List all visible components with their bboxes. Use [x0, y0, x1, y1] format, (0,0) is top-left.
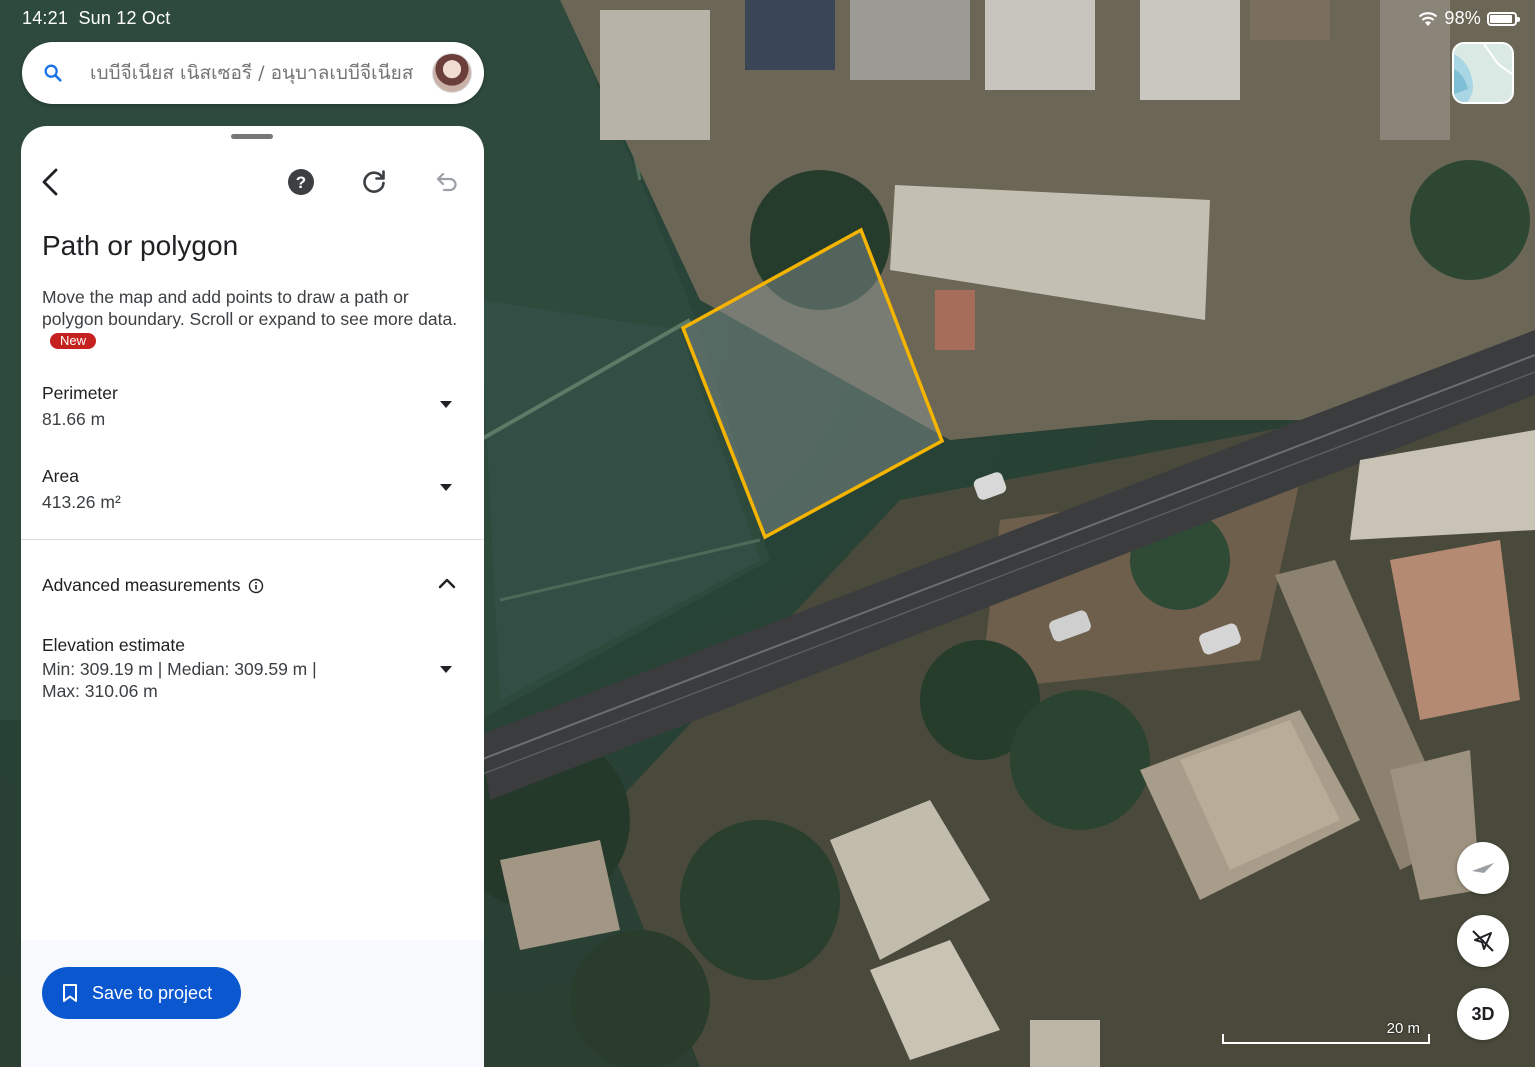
status-right: 98% [1418, 8, 1520, 29]
perimeter-row[interactable]: Perimeter 81.66 m [42, 383, 462, 430]
search-input[interactable] [90, 62, 424, 84]
area-dropdown-icon[interactable] [440, 484, 452, 491]
perimeter-value: 81.66 m [42, 409, 106, 429]
save-to-project-button[interactable]: Save to project [42, 967, 241, 1019]
scale-bar [1222, 1034, 1430, 1044]
undo-icon [436, 172, 457, 192]
area-row[interactable]: Area 413.26 m² [42, 466, 462, 513]
advanced-measurements-label: Advanced measurements [42, 575, 241, 595]
compass-icon [1472, 863, 1494, 873]
help-button[interactable]: ? [281, 162, 321, 202]
map-scale: 20 m [1222, 1020, 1430, 1044]
help-icon: ? [288, 169, 314, 195]
search-icon[interactable] [42, 62, 64, 84]
area-label: Area [42, 466, 79, 486]
status-date: Sun 12 Oct [78, 8, 171, 28]
location-button[interactable] [1457, 915, 1509, 967]
description-text: Move the map and add points to draw a pa… [42, 287, 458, 329]
location-off-icon [1472, 930, 1494, 952]
drag-handle[interactable] [231, 134, 273, 139]
elevation-line-2: Max: 310.06 m [42, 681, 158, 701]
status-time-date: 14:21 Sun 12 Oct [22, 8, 171, 29]
perimeter-dropdown-icon[interactable] [440, 401, 452, 408]
status-time: 14:21 [22, 8, 69, 28]
refresh-button[interactable] [354, 162, 394, 202]
elevation-line-1: Min: 309.19 m | Median: 309.59 m | [42, 659, 317, 679]
avatar[interactable] [432, 53, 472, 93]
area-value: 413.26 m² [42, 492, 121, 512]
info-icon[interactable] [248, 578, 264, 594]
search-bar[interactable] [22, 42, 484, 104]
compass-button[interactable] [1457, 842, 1509, 894]
page-title: Path or polygon [42, 230, 239, 261]
elevation-dropdown-icon[interactable] [440, 666, 452, 673]
divider [21, 539, 484, 540]
elevation-row[interactable]: Elevation estimate Min: 309.19 m | Media… [42, 635, 462, 702]
elevation-label: Elevation estimate [42, 635, 185, 655]
bookmark-icon [63, 984, 77, 1002]
save-label: Save to project [92, 982, 213, 1003]
panel-footer: Save to project [21, 940, 484, 1067]
chevron-up-icon[interactable] [438, 577, 456, 589]
advanced-measurements-header[interactable]: Advanced measurements [42, 575, 462, 596]
elevation-values: Min: 309.19 m | Median: 309.59 m | Max: … [42, 658, 462, 702]
perimeter-label: Perimeter [42, 383, 118, 403]
back-arrow-icon [42, 168, 58, 196]
battery-icon [1487, 11, 1520, 26]
measure-panel: ? Path or polygon Move the map and add p… [21, 126, 484, 1067]
undo-button[interactable] [427, 162, 467, 202]
refresh-icon [363, 170, 385, 193]
3d-toggle-button[interactable]: 3D [1457, 988, 1509, 1040]
wifi-icon [1419, 11, 1438, 26]
panel-description: Move the map and add points to draw a pa… [42, 286, 467, 352]
map-layer-thumbnail[interactable] [1452, 42, 1514, 104]
back-button[interactable] [31, 162, 71, 202]
battery-percent: 98% [1444, 8, 1481, 28]
new-badge: New [50, 333, 97, 349]
map-preview-icon [1454, 44, 1512, 102]
svg-text:?: ? [296, 173, 306, 192]
